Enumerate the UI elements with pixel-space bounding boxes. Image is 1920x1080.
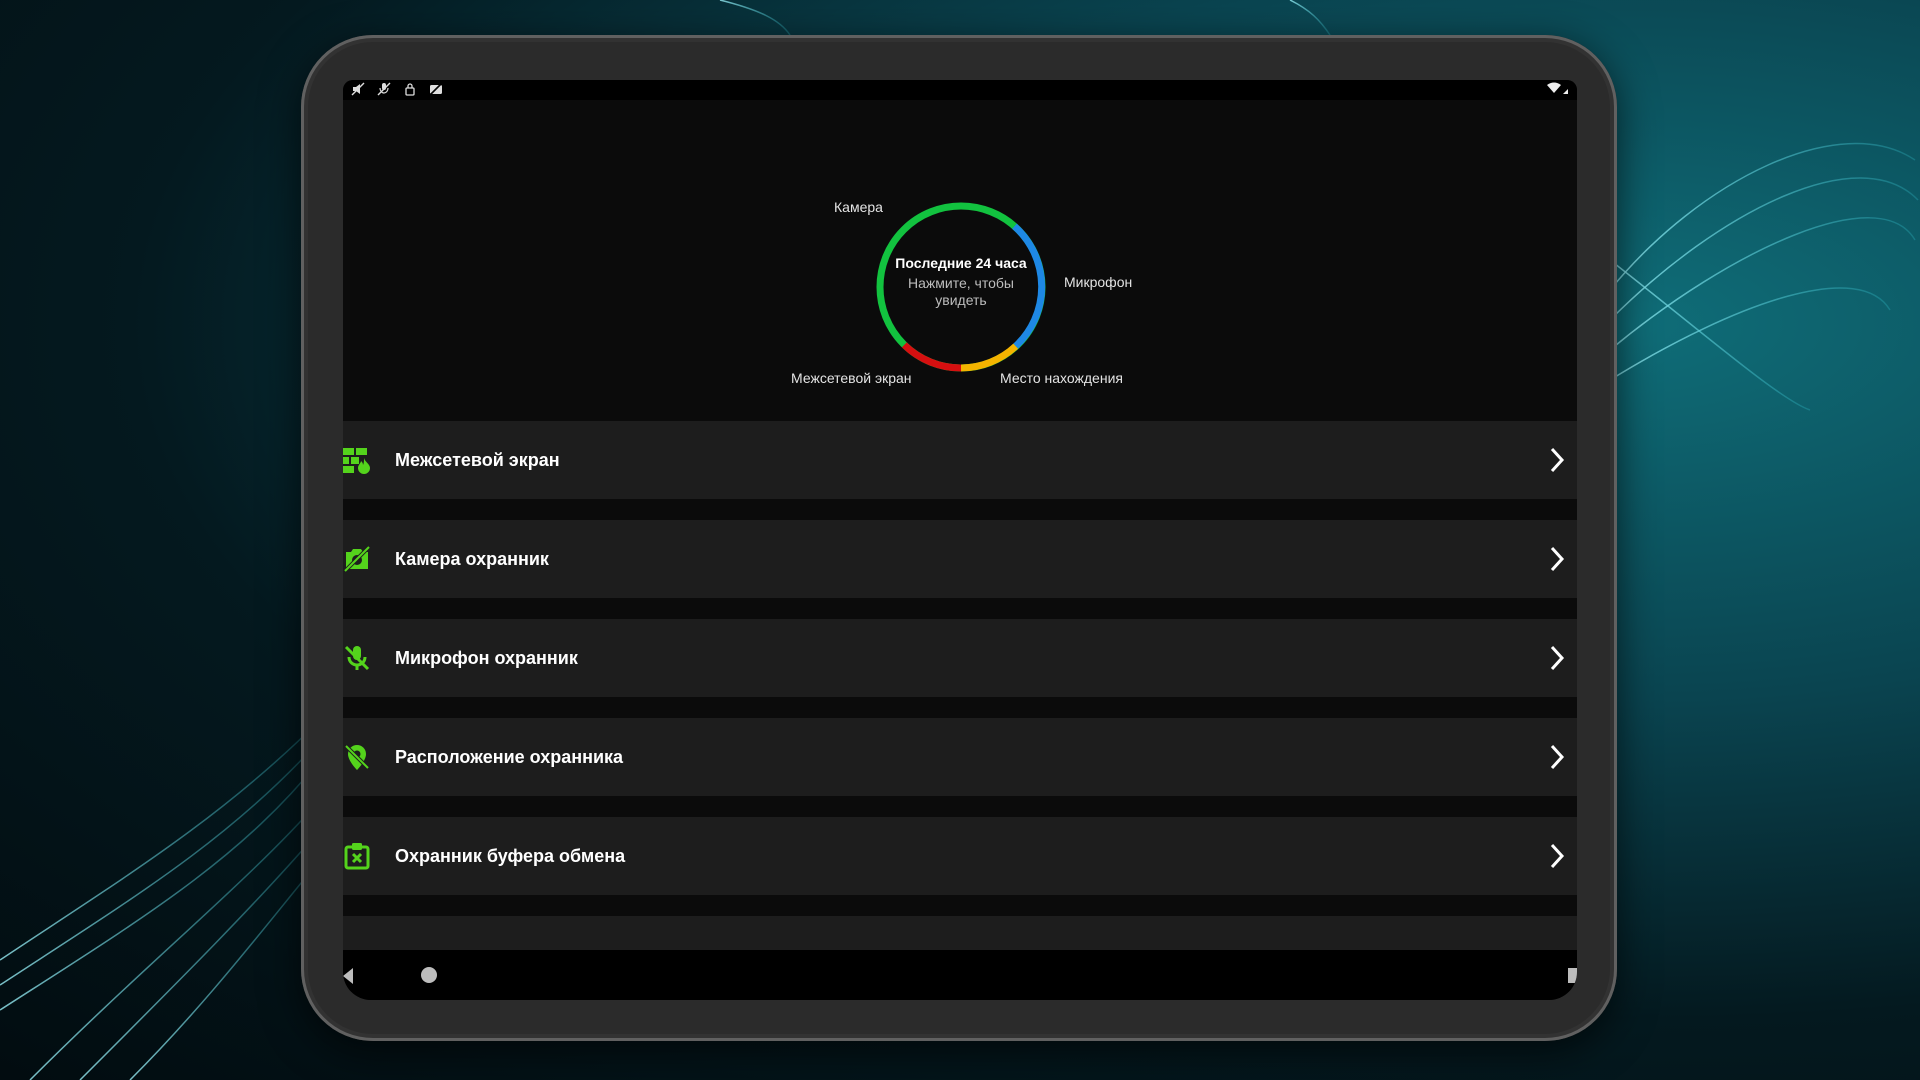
no-sound-icon: [351, 82, 365, 96]
list-item-camera-guard[interactable]: Камера охранник: [343, 520, 1577, 598]
privacy-dashboard[interactable]: Последние 24 часа Нажмите, чтобы увидеть…: [343, 180, 1577, 410]
chevron-right-icon: [1547, 743, 1567, 771]
clipboard-x-icon: [343, 842, 371, 870]
status-bar: [343, 80, 1577, 100]
list-item-label: Межсетевой экран: [395, 450, 560, 470]
list-item-firewall[interactable]: Межсетевой экран: [343, 421, 1577, 499]
wifi-icon: [1545, 82, 1569, 101]
dashboard-subtitle: Нажмите, чтобы увидеть: [908, 275, 1014, 308]
segment-label-microphone: Микрофон: [1064, 274, 1133, 290]
chevron-right-icon: [1547, 644, 1567, 672]
list-item-location-guard[interactable]: Расположение охранника: [343, 718, 1577, 796]
chevron-right-icon: [1547, 842, 1567, 870]
home-icon[interactable]: [421, 967, 437, 983]
tablet-screen: Последние 24 часа Нажмите, чтобы увидеть…: [343, 80, 1577, 1000]
ring-center-text: Последние 24 часа Нажмите, чтобы увидеть: [891, 254, 1031, 309]
camera-off-icon: [429, 82, 443, 96]
list-item-clipboard-guard[interactable]: Охранник буфера обмена: [343, 817, 1577, 895]
location-off-icon: [343, 743, 371, 771]
mic-lock-icon: [403, 82, 417, 96]
list-item-partial[interactable]: [343, 916, 1577, 969]
segment-label-camera: Камера: [834, 199, 883, 215]
list-item-label: Камера охранник: [395, 549, 549, 569]
list-item-microphone-guard[interactable]: Микрофон охранник: [343, 619, 1577, 697]
list-item-label: Расположение охранника: [395, 747, 624, 767]
segment-label-location: Место нахождения: [1000, 370, 1123, 386]
segment-label-firewall: Межсетевой экран: [791, 370, 912, 386]
list-item-label: Микрофон охранник: [395, 648, 578, 668]
mic-off-icon: [343, 644, 371, 672]
mic-off-icon: [377, 82, 391, 96]
list-item-label: Охранник буфера обмена: [395, 846, 626, 866]
dashboard-title: Последние 24 часа: [895, 255, 1027, 271]
back-icon[interactable]: [343, 968, 353, 984]
recents-icon[interactable]: [1568, 968, 1577, 983]
firewall-icon: [343, 446, 371, 474]
camera-off-icon: [343, 545, 371, 573]
chevron-right-icon: [1547, 446, 1567, 474]
navigation-bar: [343, 950, 1577, 1000]
chevron-right-icon: [1547, 545, 1567, 573]
